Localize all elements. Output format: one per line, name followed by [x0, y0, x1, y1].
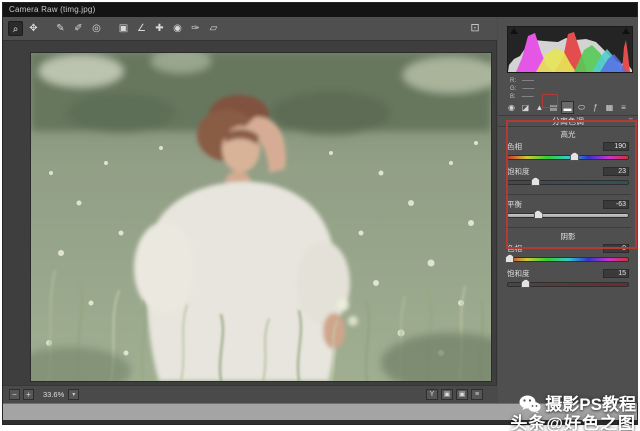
balance-row: 平衡 -63: [505, 198, 631, 223]
tab-presets-icon[interactable]: ≡: [617, 101, 630, 114]
crop-tool-icon[interactable]: ▣: [116, 21, 131, 36]
balance-value[interactable]: -63: [603, 200, 629, 209]
camera-raw-dialog: Camera Raw (timg.jpg) ⌕ ✥ ✎ ✐ ◎ ▣ ∠ ✚ ◉ …: [2, 2, 638, 425]
histogram-plot: [508, 27, 632, 72]
shadows-saturation-value[interactable]: 15: [603, 269, 629, 278]
split-toning-controls: 高光 色相 190 饱和度 23: [505, 129, 631, 292]
graduated-filter-tool-icon[interactable]: ▱: [206, 21, 221, 36]
tab-effects-icon[interactable]: ƒ: [589, 101, 602, 114]
balance-slider[interactable]: [507, 213, 629, 218]
panel-tabs: ◉ ◪ ▲ ▤ ▬ ⬭ ƒ ▦ ≡: [505, 101, 635, 114]
tab-hsl-icon[interactable]: ▤: [547, 101, 560, 114]
zoom-level-value[interactable]: 33.6%: [43, 390, 64, 399]
shadows-hue-label: 色相: [507, 243, 522, 254]
tab-tone-curve-icon[interactable]: ◪: [519, 101, 532, 114]
highlights-hue-thumb[interactable]: [570, 152, 579, 161]
r-value: ——: [522, 77, 534, 85]
shadows-section-label: 阴影: [505, 231, 631, 242]
watermark-line2: 头条@好色之图: [510, 414, 636, 431]
toolbar: ⌕ ✥ ✎ ✐ ◎ ▣ ∠ ✚ ◉ ✑ ▱ ⊡: [3, 17, 497, 41]
shadows-hue-slider[interactable]: [507, 257, 629, 262]
divider: [505, 227, 631, 228]
zoom-level-dropdown[interactable]: ▾: [68, 389, 79, 400]
spot-removal-tool-icon[interactable]: ✚: [152, 21, 167, 36]
highlights-saturation-row: 饱和度 23: [505, 165, 631, 190]
photo-illustration: [31, 53, 491, 381]
tab-camera-calibration-icon[interactable]: ▦: [603, 101, 616, 114]
white-balance-tool-icon[interactable]: ✎: [53, 21, 68, 36]
right-panel: R:—— G:—— B:—— ◉ ◪ ▲ ▤ ▬ ⬭ ƒ ▦ ≡ 分离色调 ≡ …: [498, 17, 638, 403]
highlights-saturation-label: 饱和度: [507, 166, 530, 177]
zoom-in-button[interactable]: +: [23, 389, 34, 400]
targeted-adjustment-tool-icon[interactable]: ◎: [89, 21, 104, 36]
wechat-icon: [519, 395, 541, 414]
color-sampler-tool-icon[interactable]: ✐: [71, 21, 86, 36]
highlight-clipping-icon[interactable]: [622, 28, 630, 34]
histogram: [507, 26, 633, 73]
balance-thumb[interactable]: [534, 210, 543, 219]
zoom-out-button[interactable]: −: [9, 389, 20, 400]
b-label: B:: [510, 93, 516, 101]
shadows-hue-row: 色相 0: [505, 242, 631, 267]
tab-split-toning-icon[interactable]: ▬: [561, 101, 574, 114]
r-label: R:: [510, 77, 516, 85]
preview-options-button[interactable]: ≡: [471, 389, 483, 400]
hand-tool-icon[interactable]: ✥: [26, 21, 41, 36]
before-after-toggle-button[interactable]: Y: [426, 389, 438, 400]
copy-settings-button[interactable]: ▣: [456, 389, 468, 400]
highlights-saturation-thumb[interactable]: [531, 177, 540, 186]
rgb-readout: R: —— G: —— B: ——: [510, 77, 636, 101]
shadows-saturation-thumb[interactable]: [521, 279, 530, 288]
shadows-hue-value[interactable]: 0: [603, 244, 629, 253]
zoom-tool-icon[interactable]: ⌕: [8, 21, 23, 36]
tab-detail-icon[interactable]: ▲: [533, 101, 546, 114]
shadows-hue-thumb[interactable]: [505, 254, 514, 263]
highlights-saturation-slider[interactable]: [507, 180, 629, 185]
tab-basic-icon[interactable]: ◉: [505, 101, 518, 114]
shadows-saturation-label: 饱和度: [507, 268, 530, 279]
highlights-section-label: 高光: [505, 129, 631, 140]
status-bar: − + 33.6% ▾ Y ▣ ▣ ≡: [3, 385, 497, 403]
g-value: ——: [522, 85, 534, 93]
preview-controls: Y ▣ ▣ ≡: [426, 389, 483, 400]
highlights-hue-label: 色相: [507, 141, 522, 152]
g-label: G:: [510, 85, 516, 93]
highlights-saturation-value[interactable]: 23: [603, 167, 629, 176]
fullscreen-toggle-icon[interactable]: ⊡: [467, 17, 483, 39]
highlights-hue-row: 色相 190: [505, 140, 631, 165]
panel-menu-icon[interactable]: ≡: [628, 115, 633, 127]
b-value: ——: [522, 93, 534, 101]
watermark-line1: 摄影PS教程: [545, 395, 636, 414]
page: Camera Raw (timg.jpg) ⌕ ✥ ✎ ✐ ◎ ▣ ∠ ✚ ◉ …: [0, 0, 640, 431]
highlights-hue-value[interactable]: 190: [603, 142, 629, 151]
tab-lens-corrections-icon[interactable]: ⬭: [575, 101, 588, 114]
watermark: 摄影PS教程 头条@好色之图: [510, 395, 636, 431]
preview-area: [3, 41, 497, 385]
shadows-saturation-row: 饱和度 15: [505, 267, 631, 292]
panel-title: 分离色调: [498, 115, 638, 127]
shadow-clipping-icon[interactable]: [510, 28, 518, 34]
highlights-hue-slider[interactable]: [507, 155, 629, 160]
adjustment-brush-tool-icon[interactable]: ✑: [188, 21, 203, 36]
straighten-tool-icon[interactable]: ∠: [134, 21, 149, 36]
swap-before-after-button[interactable]: ▣: [441, 389, 453, 400]
shadows-saturation-slider[interactable]: [507, 282, 629, 287]
window-title: Camera Raw (timg.jpg): [3, 3, 637, 17]
red-eye-tool-icon[interactable]: ◉: [170, 21, 185, 36]
photo-preview[interactable]: [31, 53, 491, 381]
divider: [505, 194, 631, 195]
balance-label: 平衡: [507, 199, 522, 210]
